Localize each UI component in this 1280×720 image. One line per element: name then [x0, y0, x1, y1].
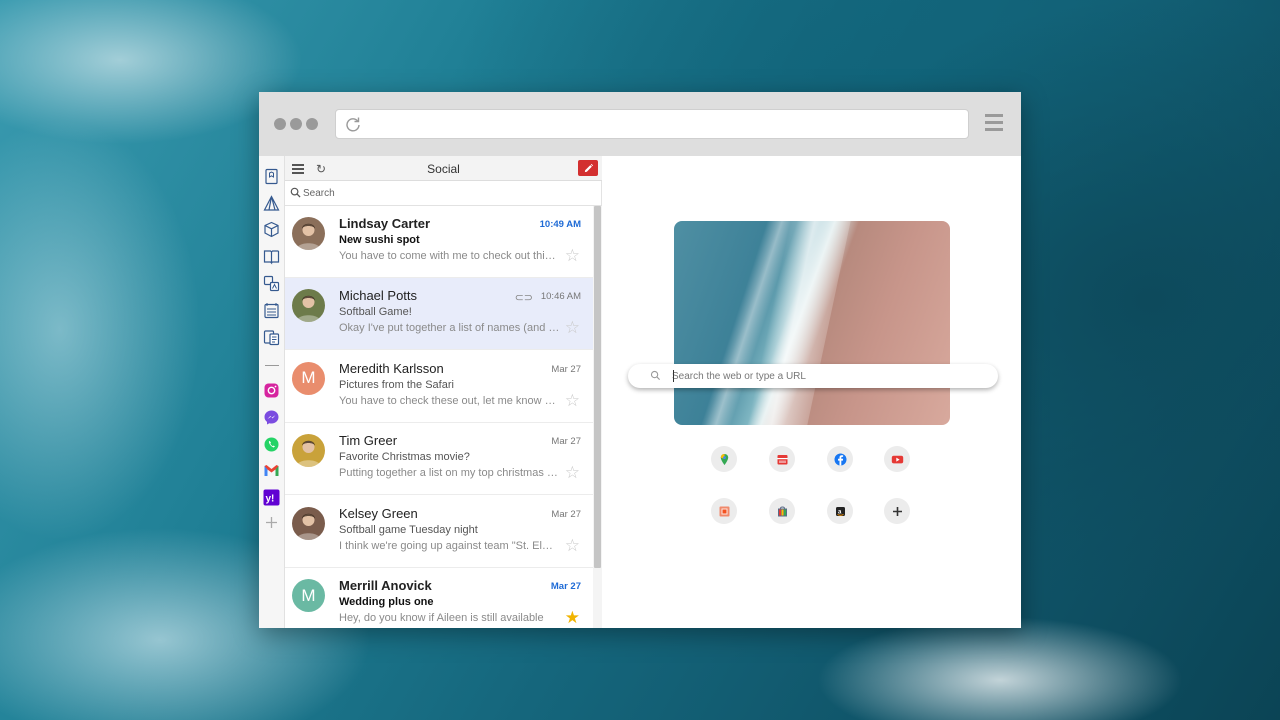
- scrollbar-thumb[interactable]: [594, 206, 601, 568]
- compose-button[interactable]: [578, 160, 598, 176]
- background-photo: [674, 221, 950, 425]
- message-date: Mar 27: [550, 581, 581, 592]
- sender-name: Michael Potts: [339, 288, 418, 304]
- sidebar-divider: [265, 365, 279, 366]
- message-date: 10:49 AM: [539, 219, 581, 230]
- message-row[interactable]: Lindsay Carter New sushi spot You have to …: [285, 206, 593, 278]
- titlebar: [259, 92, 1021, 156]
- sender-name: Merrill Anovick: [339, 578, 432, 593]
- calendar-icon[interactable]: [263, 302, 280, 319]
- search-icon: [650, 370, 661, 381]
- star-icon[interactable]: ☆: [565, 464, 580, 481]
- web-search-input[interactable]: [672, 368, 972, 384]
- whatsapp-icon[interactable]: [263, 436, 280, 453]
- mail-panel: ↻ Social Lindsay Carter New sushi spot You…: [285, 156, 602, 628]
- star-icon[interactable]: ☆: [565, 319, 580, 336]
- message-preview: Putting together a list on my top christ…: [339, 467, 561, 480]
- message-preview: I think we're going up against team "St.…: [339, 539, 561, 552]
- message-subject: Wedding plus one: [339, 596, 434, 608]
- message-row[interactable]: M Merrill Anovick Wedding plus one Hey, do …: [285, 568, 593, 628]
- message-date: 10:46 AM: [540, 291, 581, 303]
- new-tab-page: a: [602, 156, 1021, 628]
- avatar: [292, 217, 325, 250]
- office-icon[interactable]: [711, 498, 737, 524]
- message-preview: You have to check these out, let me know…: [339, 394, 561, 407]
- instagram-icon[interactable]: [263, 382, 280, 399]
- maps-icon[interactable]: [711, 446, 737, 472]
- web-search-bar[interactable]: [628, 364, 998, 388]
- message-subject: Softball Game!: [339, 306, 412, 319]
- search-icon: [290, 187, 301, 198]
- mail-folder-title: Social: [427, 162, 460, 176]
- avatar: [292, 506, 325, 540]
- message-date: Mar 27: [551, 436, 581, 448]
- message-date: Mar 27: [551, 508, 581, 520]
- star-filled-icon[interactable]: ★: [565, 609, 580, 626]
- mail-toolbar: ↻ Social: [285, 156, 602, 181]
- pencil-icon: [584, 163, 593, 172]
- window-dot[interactable]: [290, 118, 302, 130]
- message-row[interactable]: Kelsey Green Softball game Tuesday night I…: [285, 496, 593, 568]
- avatar: [292, 289, 325, 323]
- avatar: [292, 434, 325, 468]
- message-list-scrollbar[interactable]: [593, 206, 602, 628]
- text-caret: [673, 370, 674, 382]
- star-icon[interactable]: ☆: [565, 392, 580, 409]
- message-subject: New sushi spot: [339, 234, 420, 246]
- message-preview: Okay I've put together a list of names (…: [339, 322, 561, 335]
- yahoo-icon[interactable]: y!: [263, 489, 280, 506]
- sidebar-icon-bar: y!: [259, 156, 285, 628]
- sender-name: Lindsay Carter: [339, 216, 431, 231]
- facebook-icon[interactable]: [827, 446, 853, 472]
- gmail-icon[interactable]: [263, 462, 280, 479]
- cube-icon[interactable]: [263, 221, 280, 238]
- youtube-icon[interactable]: [884, 446, 910, 472]
- message-preview: You have to come with me to check out th…: [339, 250, 561, 262]
- sender-name: Kelsey Green: [339, 505, 418, 521]
- message-date: Mar 27: [551, 363, 581, 375]
- avatar: M: [292, 361, 325, 395]
- message-subject: Softball game Tuesday night: [339, 523, 478, 536]
- star-icon[interactable]: ☆: [565, 537, 580, 554]
- svg-text:y!: y!: [266, 494, 275, 505]
- window-controls: [274, 118, 318, 130]
- add-shortcut-icon[interactable]: [884, 498, 910, 524]
- sender-name: Tim Greer: [339, 433, 398, 449]
- messenger-icon[interactable]: [263, 409, 280, 426]
- avatar: M: [292, 579, 325, 612]
- mail-search: [285, 181, 602, 206]
- browser-menu-icon[interactable]: [985, 114, 1003, 134]
- browser-window: y! ↻ Social Lindsay Carter New sushi spot…: [259, 92, 1021, 628]
- amazon-icon[interactable]: a: [827, 498, 853, 524]
- translate-icon[interactable]: [263, 275, 280, 292]
- pyramid-icon[interactable]: [263, 195, 280, 212]
- message-row[interactable]: Tim Greer Favorite Christmas movie? Puttin…: [285, 423, 593, 496]
- bag-icon[interactable]: [769, 498, 795, 524]
- message-subject: Pictures from the Safari: [339, 378, 454, 391]
- bookmark-icon[interactable]: [263, 168, 280, 185]
- star-icon[interactable]: ☆: [565, 247, 580, 264]
- message-preview: Hey, do you know if Aileen is still avai…: [339, 612, 544, 624]
- message-row[interactable]: M Meredith Karlsson Pictures from the Safa…: [285, 351, 593, 423]
- calendar-app-icon[interactable]: [769, 446, 795, 472]
- mail-search-input[interactable]: [303, 185, 593, 201]
- window-dot[interactable]: [274, 118, 286, 130]
- attachment-icon: ⊂⊃: [514, 292, 533, 305]
- plus-icon[interactable]: [263, 514, 280, 531]
- reload-icon[interactable]: [344, 116, 362, 134]
- message-row[interactable]: Michael Potts Softball Game! Okay I've put…: [285, 278, 593, 351]
- message-subject: Favorite Christmas movie?: [339, 451, 470, 464]
- window-dot[interactable]: [306, 118, 318, 130]
- document-icon[interactable]: [263, 329, 280, 346]
- sender-name: Meredith Karlsson: [339, 360, 444, 376]
- address-bar[interactable]: [335, 109, 969, 139]
- message-list: Lindsay Carter New sushi spot You have to …: [285, 206, 593, 628]
- book-icon[interactable]: [263, 248, 280, 265]
